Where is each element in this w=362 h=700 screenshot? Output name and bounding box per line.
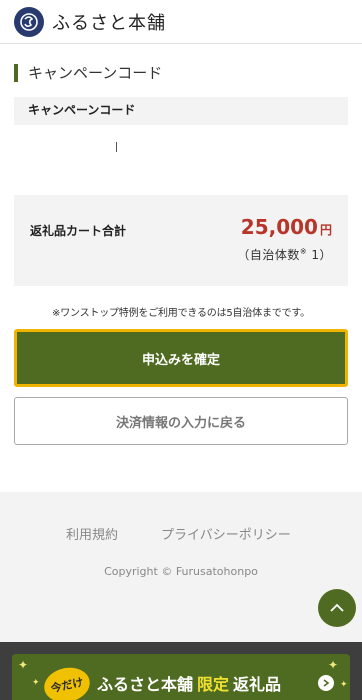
total-currency: 円	[319, 223, 332, 237]
count-value: 1）	[311, 248, 332, 262]
cart-total-amount: 25,000 円	[241, 215, 332, 239]
footer: 利用規約 プライバシーポリシー Copyright © Furusatohonp…	[0, 492, 362, 642]
section-title-campaign: キャンペーンコード	[14, 64, 162, 82]
bottom-banner-area: ✦ ✦ ✦ ✦ 今だけ ふるさと本舗 限定 返礼品	[0, 642, 362, 700]
cart-total-label: 返礼品カート合計	[30, 224, 127, 238]
copyright: Copyright © Furusatohonpo	[104, 565, 258, 578]
count-prefix: （自治体数	[237, 248, 300, 262]
privacy-policy-link[interactable]: プライバシーポリシー	[161, 524, 291, 543]
banner-text-brand: ふるさと本舗	[97, 675, 194, 694]
banner-text-highlight: 限定	[197, 675, 230, 694]
page-top-button[interactable]	[318, 589, 356, 627]
chevron-right-icon	[318, 675, 334, 691]
total-amount-value: 25,000	[240, 215, 318, 239]
header: ふるさと本舗	[0, 0, 362, 44]
count-mark: ※	[299, 247, 308, 256]
furusato-logo-icon[interactable]	[14, 6, 44, 37]
terms-link[interactable]: 利用規約	[66, 524, 118, 543]
sparkle-icon: ✦	[328, 658, 339, 672]
limited-gift-banner[interactable]: ✦ ✦ ✦ ✦ 今だけ ふるさと本舗 限定 返礼品	[12, 654, 350, 700]
municipality-count: （自治体数※ 1）	[237, 246, 332, 263]
banner-text-suffix: 返礼品	[233, 675, 282, 694]
banner-text: ふるさと本舗 限定 返礼品	[97, 671, 281, 695]
back-to-payment-button[interactable]: 決済情報の入力に戻る	[14, 397, 348, 445]
limited-time-badge: 今だけ	[40, 663, 94, 700]
campaign-code-input[interactable]	[14, 130, 348, 166]
chevron-up-icon	[330, 603, 344, 612]
text-caret	[116, 142, 117, 152]
one-stop-note: ※ワンストップ特例をご利用できるのは5自治体までです。	[52, 308, 310, 319]
sparkle-icon: ✦	[32, 678, 40, 688]
cart-total-box: 返礼品カート合計 25,000 円 （自治体数※ 1）	[14, 195, 348, 286]
sparkle-icon: ✦	[18, 658, 29, 672]
confirm-application-button[interactable]: 申込みを確定	[14, 329, 348, 387]
campaign-code-label: キャンペーンコード	[14, 97, 348, 125]
logo-text[interactable]: ふるさと本舗	[52, 9, 166, 35]
sparkle-icon: ✦	[340, 680, 348, 690]
